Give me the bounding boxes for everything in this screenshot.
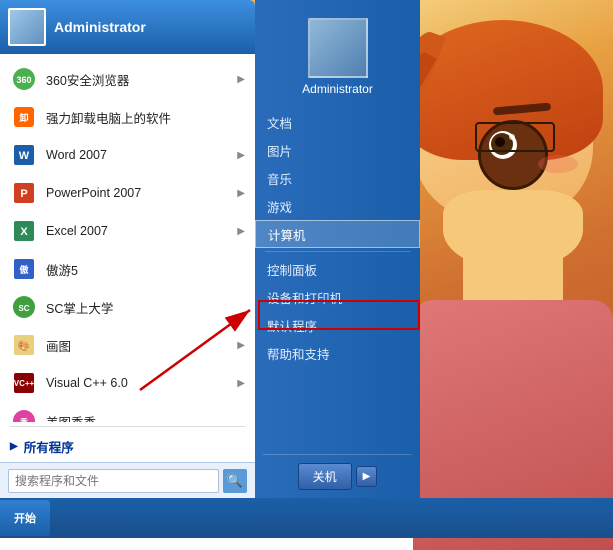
icon-excel: X [10,217,38,245]
menu-item-meitu-label: 美图秀秀 [46,412,245,423]
right-panel-doc[interactable]: 文档 [255,108,420,136]
icon-uninstall: 卸 [10,103,38,131]
right-panel-control[interactable]: 控制面板 [255,255,420,283]
svg-text:🎨: 🎨 [18,339,30,352]
right-panel-username: Administrator [302,82,373,96]
taskbar: 开始 [0,498,613,538]
right-panel-pic[interactable]: 图片 [255,136,420,164]
search-input[interactable] [8,469,219,493]
menu-item-word-arrow: ▶ [237,150,245,161]
start-button[interactable]: 开始 [0,500,50,536]
icon-word: W [10,141,38,169]
menu-item-meitu[interactable]: 秀 美图秀秀 [0,402,255,422]
svg-text:SC: SC [18,304,29,313]
right-panel-default[interactable]: 默认程序 [255,311,420,339]
shutdown-button[interactable]: 关机 [298,463,352,490]
menu-item-ppt-label: PowerPoint 2007 [46,186,233,200]
svg-text:傲: 傲 [19,264,29,275]
right-panel-help[interactable]: 帮助和支持 [255,339,420,367]
user-avatar [8,8,46,46]
right-panel-device[interactable]: 设备和打印机 [255,283,420,311]
menu-item-word[interactable]: W Word 2007 ▶ [0,136,255,174]
right-panel-top: Administrator [255,10,420,108]
menu-divider [10,426,245,427]
start-menu: Administrator 360 360安全浏览器 ▶ 卸 强力卸载电脑上的软… [0,0,420,498]
search-button[interactable]: 🔍 [223,469,247,493]
menu-item-aoyou-label: 傲游5 [46,260,245,279]
user-header: Administrator [0,0,255,54]
right-panel-game[interactable]: 游戏 [255,192,420,220]
menu-item-excel[interactable]: X Excel 2007 ▶ [0,212,255,250]
svg-text:秀: 秀 [19,417,29,422]
shutdown-arrow-button[interactable]: ▶ [356,466,378,487]
svg-text:W: W [19,150,30,162]
menu-item-vcpp[interactable]: VC++ Visual C++ 6.0 ▶ [0,364,255,402]
svg-text:360: 360 [16,75,31,85]
all-programs[interactable]: ▶ 所有程序 [0,431,255,462]
user-name: Administrator [54,19,146,35]
right-panel-computer[interactable]: 计算机 [255,220,420,248]
menu-item-paint-arrow: ▶ [237,340,245,351]
svg-text:P: P [20,188,27,200]
menu-item-360-arrow: ▶ [237,74,245,85]
menu-item-vcpp-arrow: ▶ [237,378,245,389]
icon-meitu: 秀 [10,407,38,422]
svg-text:X: X [20,226,28,238]
icon-vcpp: VC++ [10,369,38,397]
menu-item-paint[interactable]: 🎨 画图 ▶ [0,326,255,364]
menu-item-360[interactable]: 360 360安全浏览器 ▶ [0,60,255,98]
menu-item-vcpp-label: Visual C++ 6.0 [46,376,233,390]
svg-text:VC++: VC++ [14,379,35,388]
icon-aoyou: 傲 [10,255,38,283]
icon-360: 360 [10,65,38,93]
icon-paint: 🎨 [10,331,38,359]
shutdown-section: 关机 ▶ [255,455,420,498]
right-panel-music[interactable]: 音乐 [255,164,420,192]
menu-item-excel-label: Excel 2007 [46,224,233,238]
right-panel-divider [265,251,410,252]
menu-item-sc[interactable]: SC SC掌上大学 [0,288,255,326]
all-programs-label: 所有程序 [24,437,74,456]
search-bar: 🔍 [0,462,255,498]
menu-items-list: 360 360安全浏览器 ▶ 卸 强力卸载电脑上的软件 W Word 2007 … [0,54,255,422]
menu-item-360-label: 360安全浏览器 [46,70,233,89]
menu-item-ppt-arrow: ▶ [237,188,245,199]
icon-sc: SC [10,293,38,321]
left-panel: Administrator 360 360安全浏览器 ▶ 卸 强力卸载电脑上的软… [0,0,255,498]
menu-item-uninstall[interactable]: 卸 强力卸载电脑上的软件 [0,98,255,136]
menu-item-sc-label: SC掌上大学 [46,298,245,317]
menu-item-ppt[interactable]: P PowerPoint 2007 ▶ [0,174,255,212]
right-panel: Administrator 文档 图片 音乐 游戏 计算机 控制面板 设备和打印… [255,0,420,498]
menu-item-paint-label: 画图 [46,336,233,355]
icon-ppt: P [10,179,38,207]
svg-text:卸: 卸 [19,112,28,123]
menu-item-word-label: Word 2007 [46,148,233,162]
menu-item-excel-arrow: ▶ [237,226,245,237]
menu-item-aoyou[interactable]: 傲 傲游5 [0,250,255,288]
right-panel-avatar [308,18,368,78]
menu-item-uninstall-label: 强力卸载电脑上的软件 [46,108,245,127]
